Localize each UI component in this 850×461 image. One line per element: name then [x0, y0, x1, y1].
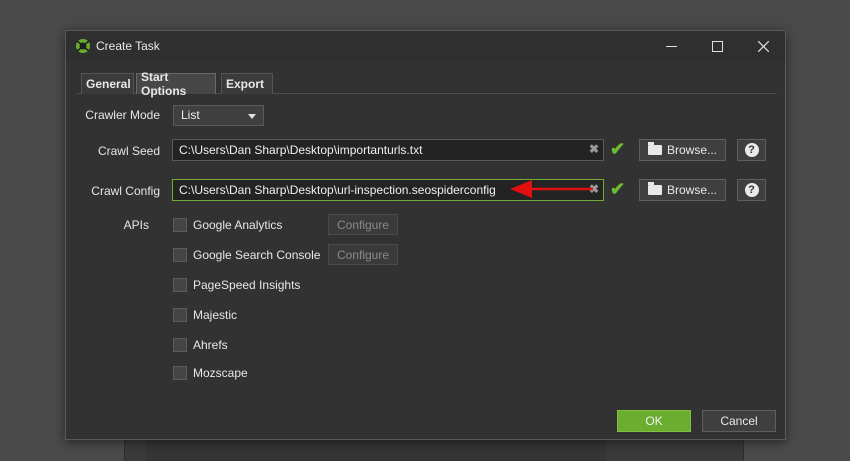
api-majestic[interactable]: Majestic [173, 307, 237, 323]
crawl-config-browse-button[interactable]: Browse... [639, 179, 726, 201]
api-label: Google Analytics [193, 218, 283, 232]
checkbox[interactable] [173, 278, 187, 292]
clear-icon[interactable]: ✖ [589, 182, 599, 196]
checkbox[interactable] [173, 338, 187, 352]
api-label: Majestic [193, 308, 238, 322]
crawl-seed-value: C:\Users\Dan Sharp\Desktop\importanturls… [179, 143, 423, 157]
tab-export[interactable]: Export [221, 73, 273, 94]
spider-app-icon [76, 39, 90, 53]
api-label: Google Search Console [193, 248, 321, 262]
api-pagespeed-insights[interactable]: PageSpeed Insights [173, 277, 300, 293]
crawl-seed-input[interactable]: C:\Users\Dan Sharp\Desktop\importanturls… [172, 139, 604, 161]
close-button[interactable] [740, 31, 786, 61]
google-search-console-configure-button[interactable]: Configure [328, 244, 398, 265]
google-analytics-configure-button[interactable]: Configure [328, 214, 398, 235]
checkbox[interactable] [173, 248, 187, 262]
minimize-button[interactable] [648, 31, 694, 61]
create-task-dialog: Create Task General Start Options Export… [65, 30, 786, 440]
cancel-button[interactable]: Cancel [702, 410, 776, 432]
api-label: Ahrefs [193, 338, 228, 352]
crawl-seed-browse-button[interactable]: Browse... [639, 139, 726, 161]
checkbox[interactable] [173, 218, 187, 232]
api-ahrefs[interactable]: Ahrefs [173, 337, 228, 353]
ok-button[interactable]: OK [617, 410, 691, 432]
maximize-button[interactable] [694, 31, 740, 61]
api-google-analytics[interactable]: Google Analytics [173, 217, 282, 233]
crawler-mode-select[interactable]: List [173, 105, 264, 126]
minimize-icon [665, 45, 677, 47]
api-label: Mozscape [193, 366, 248, 380]
title-bar: Create Task [66, 31, 785, 61]
checkbox[interactable] [173, 308, 187, 322]
crawl-config-value: C:\Users\Dan Sharp\Desktop\url-inspectio… [179, 183, 496, 197]
close-icon [757, 40, 769, 52]
valid-check-icon: ✔ [610, 139, 626, 159]
background-panel [146, 440, 606, 461]
api-google-search-console[interactable]: Google Search Console [173, 247, 320, 263]
checkbox[interactable] [173, 366, 187, 380]
crawl-config-label: Crawl Config [91, 184, 160, 198]
api-label: PageSpeed Insights [193, 278, 301, 292]
crawler-mode-value: List [181, 108, 200, 122]
crawl-seed-label: Crawl Seed [97, 144, 160, 158]
folder-icon [647, 182, 662, 195]
crawler-mode-label: Crawler Mode [85, 108, 160, 122]
crawl-seed-help-button[interactable]: ? [737, 139, 766, 161]
crawl-config-help-button[interactable]: ? [737, 179, 766, 201]
browse-label: Browse... [666, 143, 717, 157]
api-mozscape[interactable]: Mozscape [173, 365, 248, 381]
window-title: Create Task [96, 39, 160, 53]
chevron-down-icon [248, 114, 256, 119]
clear-icon[interactable]: ✖ [589, 142, 599, 156]
tab-bar: General Start Options Export [77, 70, 777, 98]
help-icon: ? [744, 183, 759, 197]
maximize-icon [711, 40, 723, 52]
tab-start-options[interactable]: Start Options [136, 70, 216, 98]
browse-label: Browse... [666, 183, 717, 197]
apis-label: APIs [123, 218, 149, 232]
crawl-config-input[interactable]: C:\Users\Dan Sharp\Desktop\url-inspectio… [172, 179, 604, 201]
folder-icon [647, 142, 662, 155]
tab-general[interactable]: General [81, 73, 134, 94]
valid-check-icon: ✔ [610, 179, 626, 199]
help-icon: ? [744, 143, 759, 157]
